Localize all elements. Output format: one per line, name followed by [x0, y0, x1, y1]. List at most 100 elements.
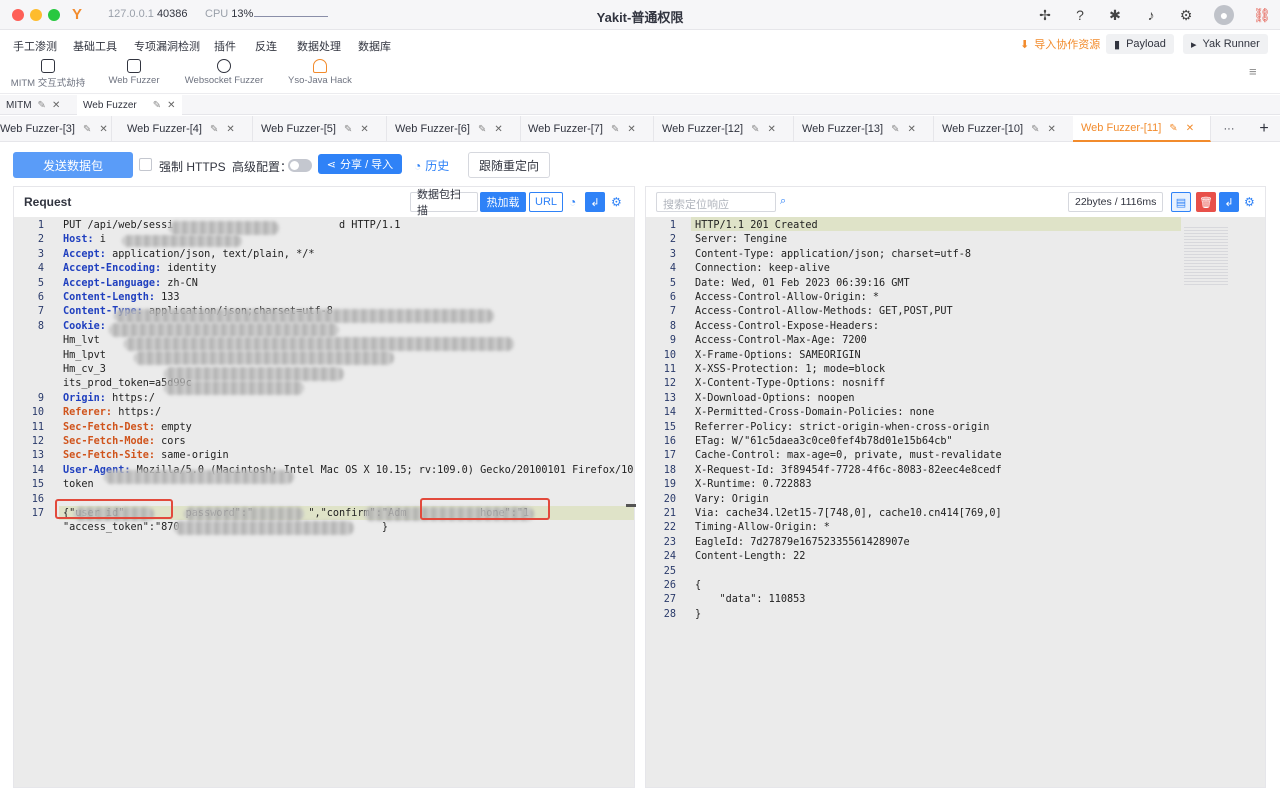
response-line: 27 "data": 110853	[646, 593, 1265, 607]
follow-redirect-button[interactable]: 跟随重定向	[468, 152, 550, 178]
header-key: Accept-Language:	[63, 277, 162, 289]
response-search-input[interactable]: 搜索定位响应	[656, 192, 776, 212]
quick-yso-java-hack[interactable]: Yso-Java Hack	[286, 59, 354, 86]
close-tab-icon[interactable]: ✕	[494, 124, 502, 135]
add-tab-icon[interactable]: +	[1248, 116, 1280, 142]
settings-gear-icon[interactable]: ⚙	[1177, 6, 1195, 24]
edit-tab-icon[interactable]: ✎	[83, 124, 91, 135]
hot-reload-button[interactable]: 热加载	[480, 192, 526, 212]
page-tab-web-fuzzer[interactable]: Web Fuzzer ✎ ✕	[77, 95, 182, 115]
collapse-menu-icon[interactable]: ≡	[1249, 64, 1257, 79]
quick-web-fuzzer[interactable]: Web Fuzzer	[104, 59, 164, 86]
edit-tab-icon[interactable]: ✎	[153, 100, 161, 111]
edit-tab-icon[interactable]: ✎	[1169, 123, 1177, 134]
fuzzer-tab-6[interactable]: Web Fuzzer-[6] ✎ ✕	[387, 116, 521, 142]
wrap-lines-icon[interactable]: ↲	[1219, 192, 1239, 212]
header-value: empty	[155, 421, 192, 433]
header-key: Cookie:	[63, 320, 106, 332]
delete-response-icon[interactable]: 🗑	[1196, 192, 1216, 212]
editor-settings-icon[interactable]: ⚙	[607, 192, 626, 212]
close-tab-icon[interactable]: ✕	[768, 124, 776, 135]
menu-plugins[interactable]: 插件	[214, 38, 236, 54]
fuzzer-tab-7[interactable]: Web Fuzzer-[7] ✎ ✕	[520, 116, 654, 142]
fuzzer-tab-10[interactable]: Web Fuzzer-[10] ✎ ✕	[934, 116, 1074, 142]
edit-tab-icon[interactable]: ✎	[1031, 124, 1039, 135]
editor-settings-icon[interactable]: ⚙	[1240, 192, 1259, 212]
plugin-store-icon[interactable]: ✢	[1036, 6, 1054, 24]
send-packet-button[interactable]: 发送数据包	[13, 152, 133, 178]
url-button[interactable]: URL	[529, 192, 563, 212]
header-value: token	[63, 479, 94, 491]
notification-bell-icon[interactable]: ♪	[1142, 6, 1160, 24]
menu-data-processing[interactable]: 数据处理	[297, 38, 341, 54]
line-text: X-Runtime: 0.722883	[695, 479, 812, 491]
response-line: 5 Date: Wed, 01 Feb 2023 06:39:16 GMT	[646, 277, 1265, 291]
edit-tab-icon[interactable]: ✎	[210, 124, 218, 135]
close-tab-icon[interactable]: ✕	[52, 100, 60, 111]
payload-button[interactable]: ▮ Payload	[1106, 34, 1174, 54]
close-tab-icon[interactable]: ✕	[1186, 123, 1194, 134]
close-tab-icon[interactable]: ✕	[360, 124, 368, 135]
close-tab-icon[interactable]: ✕	[99, 124, 107, 135]
line-number: 12	[31, 436, 44, 447]
menu-vuln-detection[interactable]: 专项漏洞检测	[134, 38, 200, 54]
import-collab-resource-button[interactable]: ⬇ 导入协作资源	[1020, 36, 1100, 52]
help-icon[interactable]: ?	[1071, 6, 1089, 24]
edit-tab-icon[interactable]: ✎	[891, 124, 899, 135]
close-tab-icon[interactable]: ✕	[908, 124, 916, 135]
line-text: Sec-Fetch-Mode: cors	[63, 435, 186, 449]
close-tab-icon[interactable]: ✕	[167, 100, 175, 111]
response-line: 8 Access-Control-Expose-Headers:	[646, 320, 1265, 334]
line-number: 15	[31, 479, 44, 491]
advanced-config-toggle[interactable]	[288, 159, 312, 172]
response-editor[interactable]: 1 HTTP/1.1 201 Created 2 Server: Tengine 3 Co…	[646, 217, 1265, 787]
edit-tab-icon[interactable]: ✎	[611, 124, 619, 135]
header-value: Hm_lvt	[63, 335, 100, 347]
history-button[interactable]: ◔ 历史	[414, 157, 449, 174]
redacted-blur	[124, 337, 514, 351]
line-text: Timing-Allow-Origin: *	[695, 522, 830, 534]
disconnect-link-icon[interactable]: ⛓	[1253, 6, 1271, 24]
line-text: Accept-Language: zh-CN	[63, 277, 198, 291]
request-line: 3 Accept: application/json, text/plain, *…	[14, 248, 634, 262]
edit-tab-icon[interactable]: ✎	[38, 100, 46, 111]
menu-basic-tools[interactable]: 基础工具	[73, 38, 117, 54]
bug-icon[interactable]: ✱	[1106, 6, 1124, 24]
fuzzer-tab-4[interactable]: Web Fuzzer-[4] ✎ ✕	[119, 116, 253, 142]
close-tab-icon[interactable]: ✕	[226, 124, 234, 135]
redacted-blur	[184, 507, 304, 521]
edit-tab-icon[interactable]: ✎	[751, 124, 759, 135]
quick-websocket-fuzzer[interactable]: Websocket Fuzzer	[182, 59, 266, 86]
request-editor[interactable]: 1 PUT /api/web/sessi d HTTP/1.1 2 Host: i 3 A…	[14, 217, 634, 787]
force-https-checkbox[interactable]	[139, 158, 152, 171]
quick-mitm[interactable]: MITM 交互式劫持	[10, 59, 86, 89]
line-text: Hm_lpvt	[63, 349, 106, 363]
line-number: 11	[31, 421, 44, 433]
close-tab-icon[interactable]: ✕	[627, 124, 635, 135]
line-text: Access-Control-Max-Age: 7200	[695, 335, 867, 347]
fuzzer-tab-5[interactable]: Web Fuzzer-[5] ✎ ✕	[253, 116, 387, 142]
fuzzer-tab-3[interactable]: Web Fuzzer-[3] ✎ ✕	[0, 116, 112, 142]
close-tab-icon[interactable]: ✕	[1048, 124, 1056, 135]
search-icon[interactable]: ⌕	[780, 195, 786, 208]
fuzzer-tab-11[interactable]: Web Fuzzer-[11] ✎ ✕	[1073, 116, 1211, 142]
yak-runner-button[interactable]: ▸ Yak Runner	[1183, 34, 1268, 54]
more-tabs-button[interactable]: ···	[1212, 116, 1246, 142]
line-number: 8	[669, 320, 676, 332]
advanced-config-label: 高级配置：	[232, 160, 293, 174]
edit-tab-icon[interactable]: ✎	[478, 124, 486, 135]
wrap-lines-icon[interactable]: ↲	[585, 192, 605, 212]
fuzzer-tab-12[interactable]: Web Fuzzer-[12] ✎ ✕	[654, 116, 794, 142]
page-tab-mitm[interactable]: MITM ✎ ✕	[0, 95, 66, 115]
packet-scan-button[interactable]: 数据包扫描	[410, 189, 478, 217]
share-import-button[interactable]: ⋖ 分享 / 导入	[318, 154, 402, 174]
response-detail-icon[interactable]: ▤	[1171, 192, 1191, 212]
menu-manual-pentest[interactable]: 手工渗测	[13, 38, 57, 54]
edit-tab-icon[interactable]: ✎	[344, 124, 352, 135]
menu-reverse-connection[interactable]: 反连	[255, 38, 277, 54]
fuzzer-tab-13[interactable]: Web Fuzzer-[13] ✎ ✕	[794, 116, 934, 142]
user-avatar-icon[interactable]: ●	[1214, 5, 1234, 25]
menu-database[interactable]: 数据库	[358, 38, 391, 54]
history-icon[interactable]: ◔	[565, 192, 580, 212]
line-number: 7	[669, 306, 676, 318]
